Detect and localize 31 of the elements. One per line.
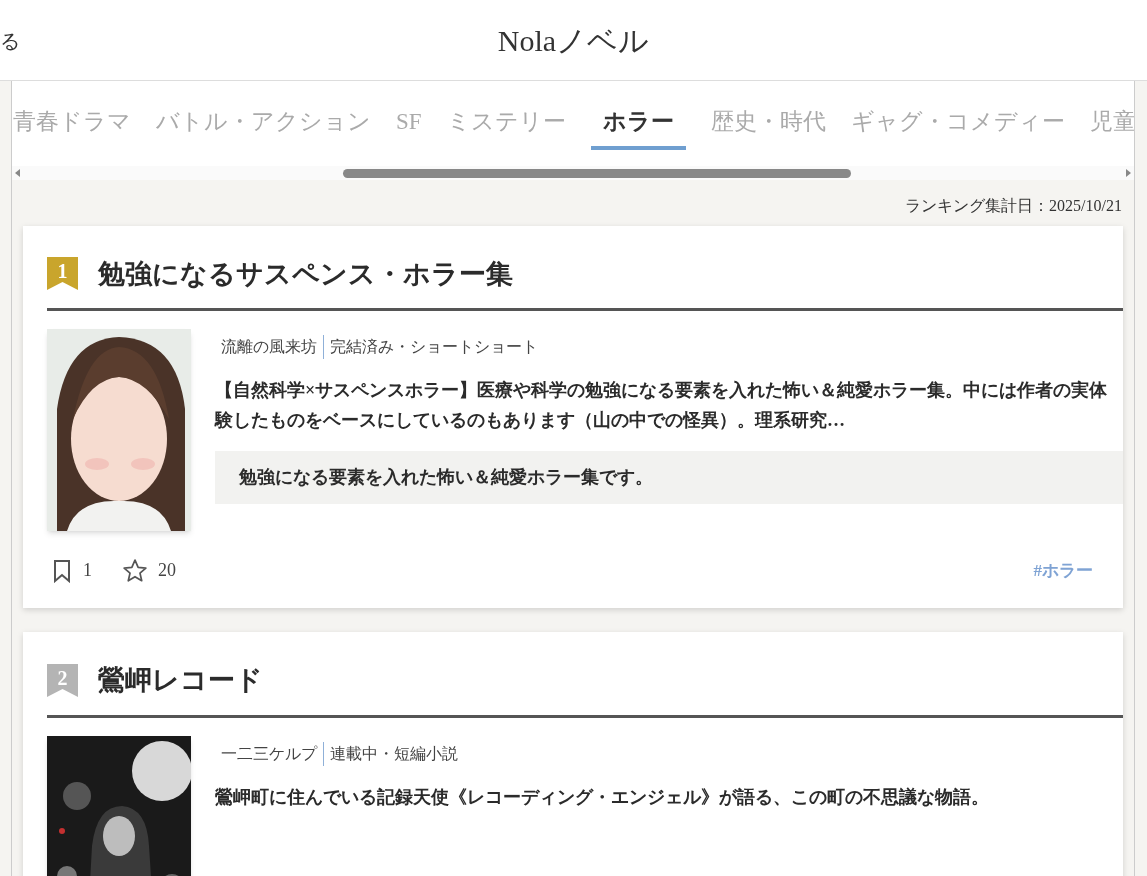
catchphrase-box: 勉強になる要素を入れた怖い＆純愛ホラー集です。 — [215, 451, 1123, 504]
genre-tab[interactable]: ギャグ・コメディー — [850, 105, 1065, 150]
ranking-date: ランキング集計日：2025/10/21 — [905, 195, 1122, 216]
scroll-right-icon[interactable] — [1124, 168, 1132, 177]
genre-tab[interactable]: SF — [396, 105, 422, 150]
work-synopsis: 鶯岬町に住んでいる記録天使《レコーディング・エンジェル》が語る、この町の不思議な物語。 — [215, 785, 990, 809]
scrollbar-thumb[interactable] — [343, 168, 851, 178]
work-synopsis: 【自然科学×サスペンスホラー】医療や科学の勉強になる要素を入れた怖い＆純愛ホラー集。中には作者の実体験したものをベースにしているのもあります（山の中での怪異）。理系研究… — [215, 379, 1109, 432]
rank-badge: 1 — [47, 257, 78, 291]
work-status: 完結済み・ショートショート — [329, 337, 538, 357]
scroll-left-icon[interactable] — [14, 168, 22, 177]
genre-tab[interactable]: 歴史・時代 — [710, 105, 826, 150]
work-title[interactable]: 鶯岬レコード — [98, 660, 263, 701]
rank-badge: 2 — [47, 663, 78, 697]
back-link[interactable]: る — [0, 26, 20, 56]
work-title[interactable]: 勉強になるサスペンス・ホラー集 — [98, 253, 513, 294]
bookmark-count: 1 — [83, 559, 92, 582]
star-icon[interactable] — [122, 557, 148, 584]
site-title: Nolaノベル — [497, 22, 650, 59]
star-count: 20 — [158, 559, 176, 582]
bookmark-icon[interactable] — [51, 558, 73, 583]
author-name[interactable]: 一二三ケルプ — [221, 741, 324, 766]
author-name[interactable]: 流離の風来坊 — [221, 335, 324, 359]
scrollbar[interactable] — [12, 165, 1134, 180]
genre-tab[interactable]: 青春ドラマ — [13, 105, 131, 150]
tag-link[interactable]: #ホラー — [1033, 557, 1093, 584]
genre-tab[interactable]: ホラー — [590, 105, 686, 150]
genre-tab[interactable]: 児童 — [1089, 105, 1134, 150]
genre-tab[interactable]: バトル・アクション — [156, 105, 371, 150]
genre-tab[interactable]: ミステリー — [446, 105, 566, 150]
work-status: 連載中・短編小説 — [329, 743, 458, 764]
